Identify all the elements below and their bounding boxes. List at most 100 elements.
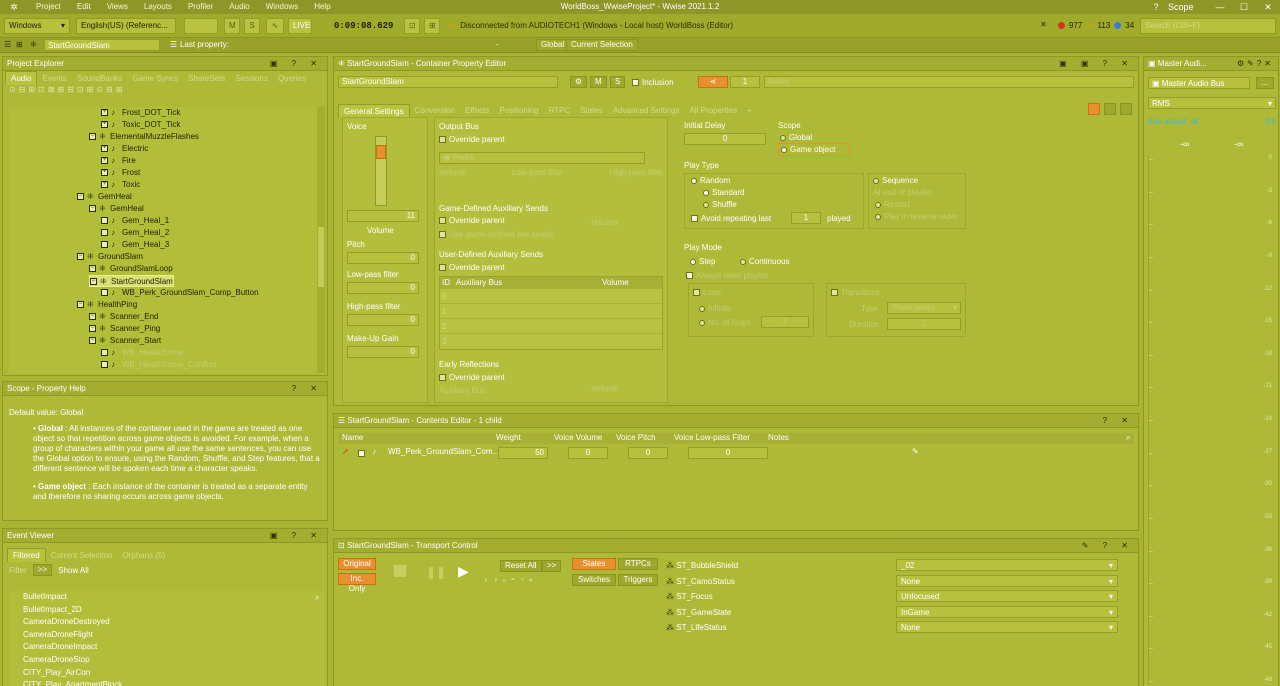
tab-general-settings[interactable]: General Settings	[338, 103, 410, 118]
restart-radio[interactable]: Restart	[875, 200, 910, 209]
expand-icon[interactable]	[101, 229, 108, 237]
layout-toggles[interactable]	[1088, 103, 1132, 115]
panel-tools-icon[interactable]: ⚙✎?✕	[1237, 57, 1274, 71]
lpf-field[interactable]: 0	[347, 282, 419, 294]
use-gd-checkbox[interactable]: Use game-defined aux sends	[439, 230, 553, 239]
weight-field[interactable]: 50	[498, 447, 548, 459]
tab-rtpc[interactable]: RTPC	[544, 104, 576, 117]
transitions-checkbox[interactable]: Transitions	[831, 288, 880, 297]
no-loops-stepper[interactable]: 2	[761, 316, 809, 328]
tab-game-syncs[interactable]: Game Syncs	[127, 72, 183, 85]
tree-item[interactable]: + ♪ Fire	[101, 155, 136, 167]
live-button[interactable]: LIVE	[288, 18, 312, 34]
explorer-scrollbar[interactable]	[317, 107, 325, 373]
tab-add[interactable]: +	[742, 104, 757, 117]
tab-events[interactable]: Events	[37, 72, 71, 85]
menu-audio[interactable]: Audio	[221, 0, 257, 14]
expand-icon[interactable]: +	[101, 109, 108, 117]
panel-tools-icon[interactable]: ? ✕	[292, 382, 323, 396]
expand-icon[interactable]: −	[89, 133, 96, 141]
tree-item[interactable]: ♪ WB_HealthSonar	[101, 347, 184, 359]
shuffle-radio[interactable]: Shuffle	[703, 200, 737, 209]
tab-queries[interactable]: Queries	[273, 72, 311, 85]
close-icon[interactable]: ✕	[1256, 0, 1280, 14]
game-object-field[interactable]	[184, 18, 218, 34]
tab-current-selection[interactable]: Current Selection	[46, 549, 118, 562]
layout-rows-icon[interactable]	[1120, 103, 1132, 115]
state-value-dropdown[interactable]: InGame ▾	[896, 605, 1118, 618]
log-counters[interactable]: 977 ⚠ 113 34	[1058, 21, 1134, 30]
voice-lpf-field[interactable]: 0	[688, 447, 768, 459]
current-object-field[interactable]: StartGroundSlam	[44, 39, 160, 51]
search-icon[interactable]: ⌕	[315, 593, 319, 603]
layout-dropdown[interactable]: Windows ▾	[4, 18, 70, 34]
menu-views[interactable]: Views	[99, 0, 136, 14]
menu-project[interactable]: Project	[28, 0, 69, 14]
more-icon[interactable]: …	[1256, 77, 1274, 89]
table-row[interactable]: 3	[440, 333, 662, 348]
filter-more-button[interactable]: >>	[32, 564, 53, 576]
inclusion-checkbox[interactable]: Inclusion	[632, 78, 674, 87]
tree-item[interactable]: ♪ Gem_Heal_3	[101, 239, 169, 251]
tab-sharesets[interactable]: ShareSets	[183, 72, 230, 85]
ud-override-checkbox[interactable]: Override parent	[439, 263, 505, 272]
initial-delay-field[interactable]: 0	[684, 133, 766, 145]
state-value-dropdown[interactable]: None ▾	[896, 621, 1118, 633]
random-radio[interactable]: Random	[691, 176, 730, 185]
sequence-radio[interactable]: Sequence	[873, 176, 918, 185]
expand-icon[interactable]	[101, 241, 108, 249]
expand-icon[interactable]	[101, 361, 108, 369]
tab-orphans[interactable]: Orphans (5)	[118, 549, 171, 562]
tree-item[interactable]: ♪ WB_HealthSonar_Confirm	[101, 359, 216, 371]
switches-button[interactable]: Switches	[572, 574, 616, 586]
tree-icon[interactable]: ⊞	[16, 40, 23, 49]
tree-item[interactable]: − ⁜ HealthPing	[77, 299, 137, 311]
states-button[interactable]: States	[572, 558, 616, 570]
object-name-field[interactable]: StartGroundSlam	[338, 76, 558, 88]
tab-filtered[interactable]: Filtered	[7, 548, 46, 562]
step-radio[interactable]: Step	[690, 257, 715, 266]
list-item[interactable]: BulletImpact_2D	[9, 604, 325, 617]
menu-windows[interactable]: Windows	[258, 0, 306, 14]
voice-volume-field[interactable]: 0	[568, 447, 608, 459]
tab-advanced-settings[interactable]: Advanced Settings	[608, 104, 685, 117]
search-icon[interactable]: ⌕	[1126, 433, 1130, 443]
menu-edit[interactable]: Edit	[69, 0, 99, 14]
no-loops-radio[interactable]: No. of loops	[699, 318, 751, 327]
gd-override-checkbox[interactable]: Override parent	[439, 216, 505, 225]
layout-columns-icon[interactable]	[1104, 103, 1116, 115]
expand-icon[interactable]: −	[89, 265, 96, 273]
menu-icon[interactable]: ☰	[4, 40, 11, 49]
tree-item[interactable]: − ⁜ GroundSlamLoop	[89, 263, 173, 275]
meter-mode-dropdown[interactable]: RMS ▾	[1148, 97, 1276, 109]
expand-icon[interactable]	[101, 349, 108, 357]
tab-soundbanks[interactable]: SoundBanks	[72, 72, 127, 85]
triggers-button[interactable]: Triggers	[618, 574, 658, 586]
er-override-checkbox[interactable]: Override parent	[439, 373, 505, 382]
minimize-icon[interactable]: —	[1208, 0, 1232, 14]
clear-icon[interactable]: ✕	[1040, 20, 1047, 29]
tree-item[interactable]: + ♪ Toxic	[101, 179, 140, 191]
capture-icon[interactable]: ⊞	[424, 18, 440, 34]
expand-icon[interactable]: −	[89, 325, 96, 333]
tree-item[interactable]: − ⁜ Scanner_Start	[89, 335, 161, 347]
table-row[interactable]: 2	[440, 318, 662, 333]
tab-audio[interactable]: Audio	[5, 71, 38, 85]
hpf-field[interactable]: 0	[347, 314, 419, 326]
tree-item[interactable]: ♪ WB_Perk_GroundSlam_Comp_Button	[101, 287, 259, 299]
duration-field[interactable]: 1	[887, 318, 961, 330]
output-override-checkbox[interactable]: Override parent	[435, 135, 667, 144]
current-selection-button[interactable]: Current Selection	[566, 39, 638, 51]
tab-states[interactable]: States	[575, 104, 608, 117]
panel-tools-icon[interactable]: ▣ ▣ ? ✕	[1059, 57, 1134, 71]
tree-item[interactable]: − ⁜ GemHeal	[89, 203, 144, 215]
list-item[interactable]: CameraDroneStop	[9, 654, 325, 667]
tree-item[interactable]: + ♪ Frost_DOT_Tick	[101, 107, 180, 119]
explorer-toolbar-icons[interactable]: ⊙⊟⊞⊡⊠⊞⊟⊡⊞⊙⊟⊞	[3, 85, 327, 97]
expand-icon[interactable]	[101, 289, 108, 297]
mute-button[interactable]: M	[590, 76, 607, 88]
type-dropdown[interactable]: Xfade (amp) ▾	[887, 302, 961, 314]
transport-options-icons[interactable]: ◐◑◒◓◔◕	[484, 575, 537, 584]
list-item[interactable]: CameraDroneImpact	[9, 641, 325, 654]
tab-positioning[interactable]: Positioning	[494, 104, 543, 117]
